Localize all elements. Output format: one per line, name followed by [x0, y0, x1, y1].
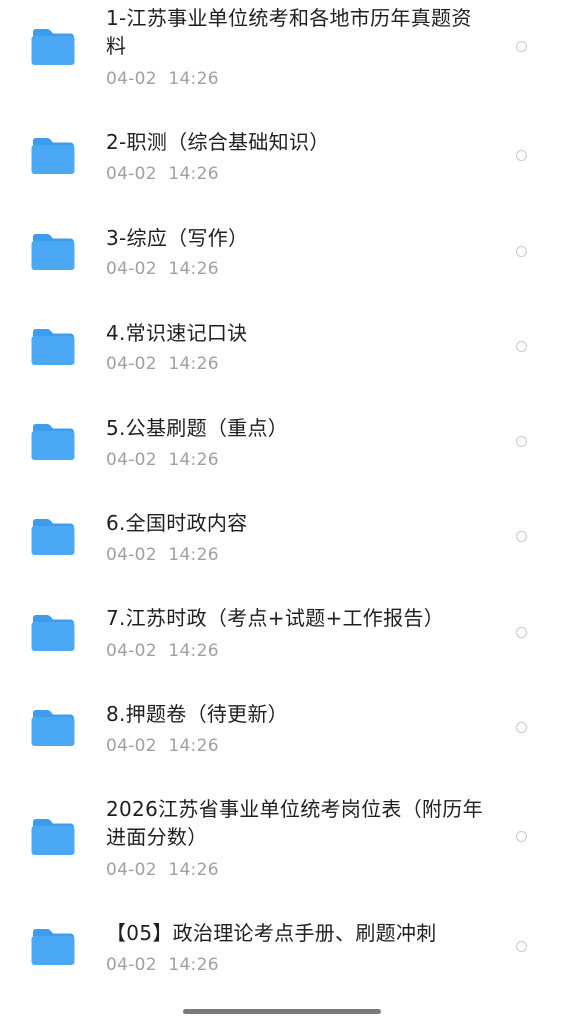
radio-unchecked-icon[interactable] — [516, 531, 527, 542]
folder-name: 【05】政治理论考点手册、刷题冲刺 — [106, 921, 437, 945]
folder-modified-time: 04-02 14:26 — [106, 954, 219, 976]
folder-icon — [30, 928, 76, 966]
folder-icon — [30, 423, 76, 461]
folder-modified-time: 04-02 14:26 — [106, 449, 219, 471]
folder-modified-time: 04-02 14:26 — [106, 258, 219, 280]
modified-time: 14:26 — [168, 450, 219, 470]
folder-name: 2026江苏省事业单位统考岗位表（附历年进面分数） — [106, 797, 483, 849]
modified-time: 14:26 — [168, 164, 219, 184]
folder-name: 8.押题卷（待更新） — [106, 702, 289, 726]
folder-modified-time: 04-02 14:26 — [106, 68, 219, 90]
modified-date: 04-02 — [106, 164, 157, 184]
modified-time: 14:26 — [168, 955, 219, 975]
modified-date: 04-02 — [106, 69, 157, 89]
modified-date: 04-02 — [106, 955, 157, 975]
folder-modified-time: 04-02 14:26 — [106, 353, 219, 375]
radio-unchecked-icon[interactable] — [516, 722, 527, 733]
home-indicator[interactable] — [183, 1009, 381, 1014]
modified-date: 04-02 — [106, 450, 157, 470]
folder-icon — [30, 518, 76, 556]
radio-unchecked-icon[interactable] — [516, 41, 527, 52]
folder-icon — [30, 709, 76, 747]
modified-date: 04-02 — [106, 736, 157, 756]
folder-name: 7.江苏时政（考点+试题+工作报告） — [106, 606, 444, 630]
radio-unchecked-icon[interactable] — [516, 436, 527, 447]
radio-unchecked-icon[interactable] — [516, 831, 527, 842]
modified-time: 14:26 — [168, 736, 219, 756]
folder-modified-time: 04-02 14:26 — [106, 640, 219, 662]
folder-icon — [30, 614, 76, 652]
folder-name: 4.常识速记口诀 — [106, 321, 248, 345]
radio-unchecked-icon[interactable] — [516, 941, 527, 952]
radio-unchecked-icon[interactable] — [516, 150, 527, 161]
modified-date: 04-02 — [106, 545, 157, 565]
modified-date: 04-02 — [106, 354, 157, 374]
modified-time: 14:26 — [168, 354, 219, 374]
modified-time: 14:26 — [168, 860, 219, 880]
folder-icon — [30, 328, 76, 366]
modified-time: 14:26 — [168, 259, 219, 279]
folder-icon — [30, 818, 76, 856]
folder-modified-time: 04-02 14:26 — [106, 544, 219, 566]
radio-unchecked-icon[interactable] — [516, 246, 527, 257]
folder-modified-time: 04-02 14:26 — [106, 163, 219, 185]
folder-modified-time: 04-02 14:26 — [106, 735, 219, 757]
folder-name: 3-综应（写作） — [106, 226, 249, 250]
folder-name: 5.公基刷题（重点） — [106, 416, 289, 440]
folder-modified-time: 04-02 14:26 — [106, 859, 219, 881]
file-browser-screen: 1-江苏事业单位统考和各地市历年真题资料 04-02 14:26 2-职测（综合基础… — [0, 0, 565, 1024]
modified-time: 14:26 — [168, 641, 219, 661]
modified-date: 04-02 — [106, 259, 157, 279]
folder-name: 2-职测（综合基础知识） — [106, 130, 330, 154]
radio-unchecked-icon[interactable] — [516, 341, 527, 352]
folder-name: 6.全国时政内容 — [106, 511, 248, 535]
modified-time: 14:26 — [168, 69, 219, 89]
folder-icon — [30, 233, 76, 271]
folder-icon — [30, 28, 76, 66]
modified-date: 04-02 — [106, 641, 157, 661]
folder-icon — [30, 137, 76, 175]
folder-name: 1-江苏事业单位统考和各地市历年真题资料 — [106, 6, 472, 58]
modified-date: 04-02 — [106, 860, 157, 880]
modified-time: 14:26 — [168, 545, 219, 565]
radio-unchecked-icon[interactable] — [516, 627, 527, 638]
